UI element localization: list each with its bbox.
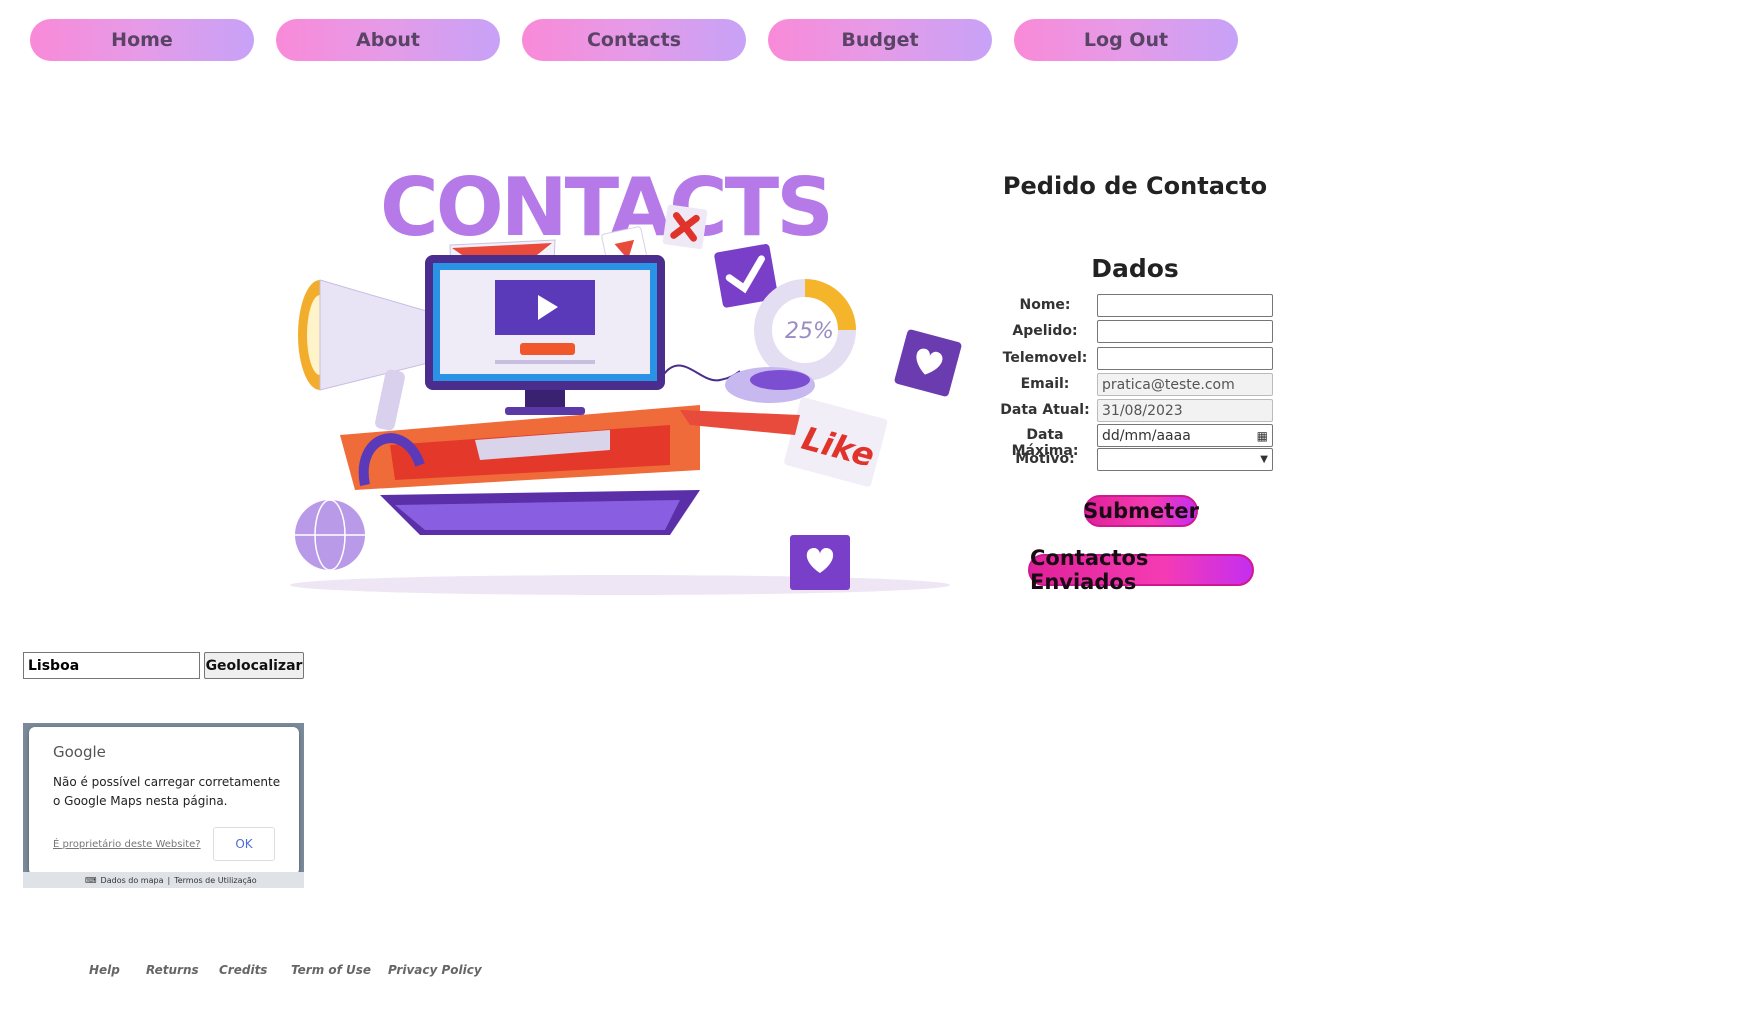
globe-icon <box>295 499 365 571</box>
motivo-select[interactable]: ▼ <box>1097 448 1273 471</box>
footer-returns-link[interactable]: Returns <box>146 963 199 977</box>
map-footer: ⌨ Dados do mapa | Termos de Utilização <box>23 872 304 888</box>
label-telemovel: Telemovel: <box>1002 350 1088 366</box>
heart-box-icon <box>790 535 850 590</box>
label-motivo: Motivo: <box>1015 451 1075 467</box>
geolocate-button[interactable]: Geolocalizar <box>204 652 304 679</box>
city-input[interactable] <box>23 652 200 679</box>
footer-credits-link[interactable]: Credits <box>219 963 267 977</box>
label-nome: Nome: <box>1019 297 1071 313</box>
data-maxima-placeholder: dd/mm/aaaa <box>1102 427 1191 444</box>
sent-contacts-button[interactable]: Contactos Enviados <box>1028 546 1254 594</box>
nav-contacts-button[interactable]: Contacts <box>522 19 746 61</box>
footer-help-link[interactable]: Help <box>89 963 120 977</box>
label-apelido: Apelido: <box>1012 323 1078 339</box>
map-terms-link[interactable]: Termos de Utilização <box>174 876 257 885</box>
map-divider: | <box>167 875 171 885</box>
like-card-icon: Like <box>784 397 888 487</box>
apelido-input[interactable] <box>1097 320 1273 343</box>
mouse-icon <box>659 364 815 403</box>
map-error-dialog: Google Não é possível carregar corretame… <box>29 727 299 875</box>
email-field[interactable] <box>1097 373 1273 396</box>
nav-about-button[interactable]: About <box>276 19 500 61</box>
nav-home-button[interactable]: Home <box>30 19 254 61</box>
label-email: Email: <box>1020 376 1070 392</box>
close-card-icon <box>662 204 708 250</box>
telemovel-input[interactable] <box>1097 347 1273 370</box>
keyboard-icon[interactable]: ⌨ <box>85 876 97 885</box>
nome-input[interactable] <box>1097 294 1273 317</box>
nav-logout-button[interactable]: Log Out <box>1014 19 1238 61</box>
data-atual-field[interactable] <box>1097 399 1273 422</box>
owner-link[interactable]: É proprietário deste Website? <box>53 839 201 850</box>
map-data-link[interactable]: Dados do mapa <box>101 876 164 885</box>
google-logo: Google <box>53 743 106 761</box>
floor-shadow <box>290 575 950 595</box>
heart-card-icon <box>894 329 962 397</box>
calendar-icon[interactable]: ▦ <box>1257 429 1268 443</box>
nav-budget-button[interactable]: Budget <box>768 19 992 61</box>
form-title: Pedido de Contacto <box>1002 172 1268 200</box>
progress-label: 25% <box>785 319 834 344</box>
map-embed[interactable]: Google Não é possível carregar corretame… <box>23 723 304 888</box>
label-data-atual: Data Atual: <box>1000 402 1090 418</box>
contacts-illustration: CONTACTS 25% Like <box>290 161 962 595</box>
ok-button[interactable]: OK <box>213 827 275 861</box>
progress-donut-icon: 25% <box>754 279 856 381</box>
monitor-icon <box>425 255 665 415</box>
submit-button[interactable]: Submeter <box>1083 495 1199 527</box>
footer-terms-link[interactable]: Term of Use <box>291 963 371 977</box>
form-section-title: Dados <box>1091 254 1179 283</box>
chevron-down-icon: ▼ <box>1260 454 1268 465</box>
footer-privacy-link[interactable]: Privacy Policy <box>388 963 482 977</box>
data-maxima-input[interactable]: dd/mm/aaaa ▦ <box>1097 424 1273 447</box>
map-error-message: Não é possível carregar corretamente o G… <box>53 775 281 808</box>
